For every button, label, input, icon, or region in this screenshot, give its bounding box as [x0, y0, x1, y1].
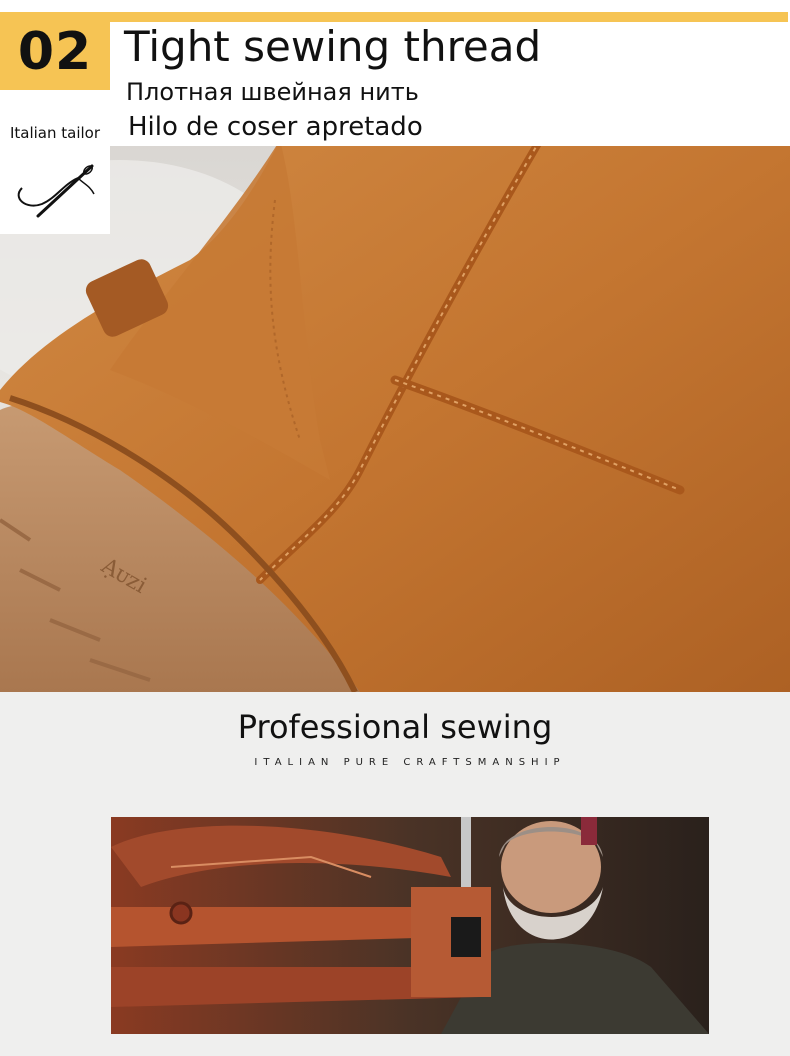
step-number: 02 [17, 22, 93, 82]
title-spanish: Hilo de coser apretado [128, 112, 423, 142]
sewing-illustration [111, 817, 709, 1034]
accent-rule [0, 12, 788, 22]
section-subtitle: ITALIAN PURE CRAFTSMANSHIP [254, 757, 566, 768]
section-title: Professional sewing [237, 708, 553, 746]
title-russian: Плотная швейная нить [126, 78, 419, 106]
boot-photo: Ạᴜzi [0, 140, 790, 692]
sewing-photo [111, 817, 709, 1034]
boot-illustration: Ạᴜzi [0, 140, 790, 692]
tailor-label: Italian tailor [9, 124, 101, 142]
needle-thread-icon [17, 164, 95, 218]
title-english: Tight sewing thread [124, 22, 542, 71]
